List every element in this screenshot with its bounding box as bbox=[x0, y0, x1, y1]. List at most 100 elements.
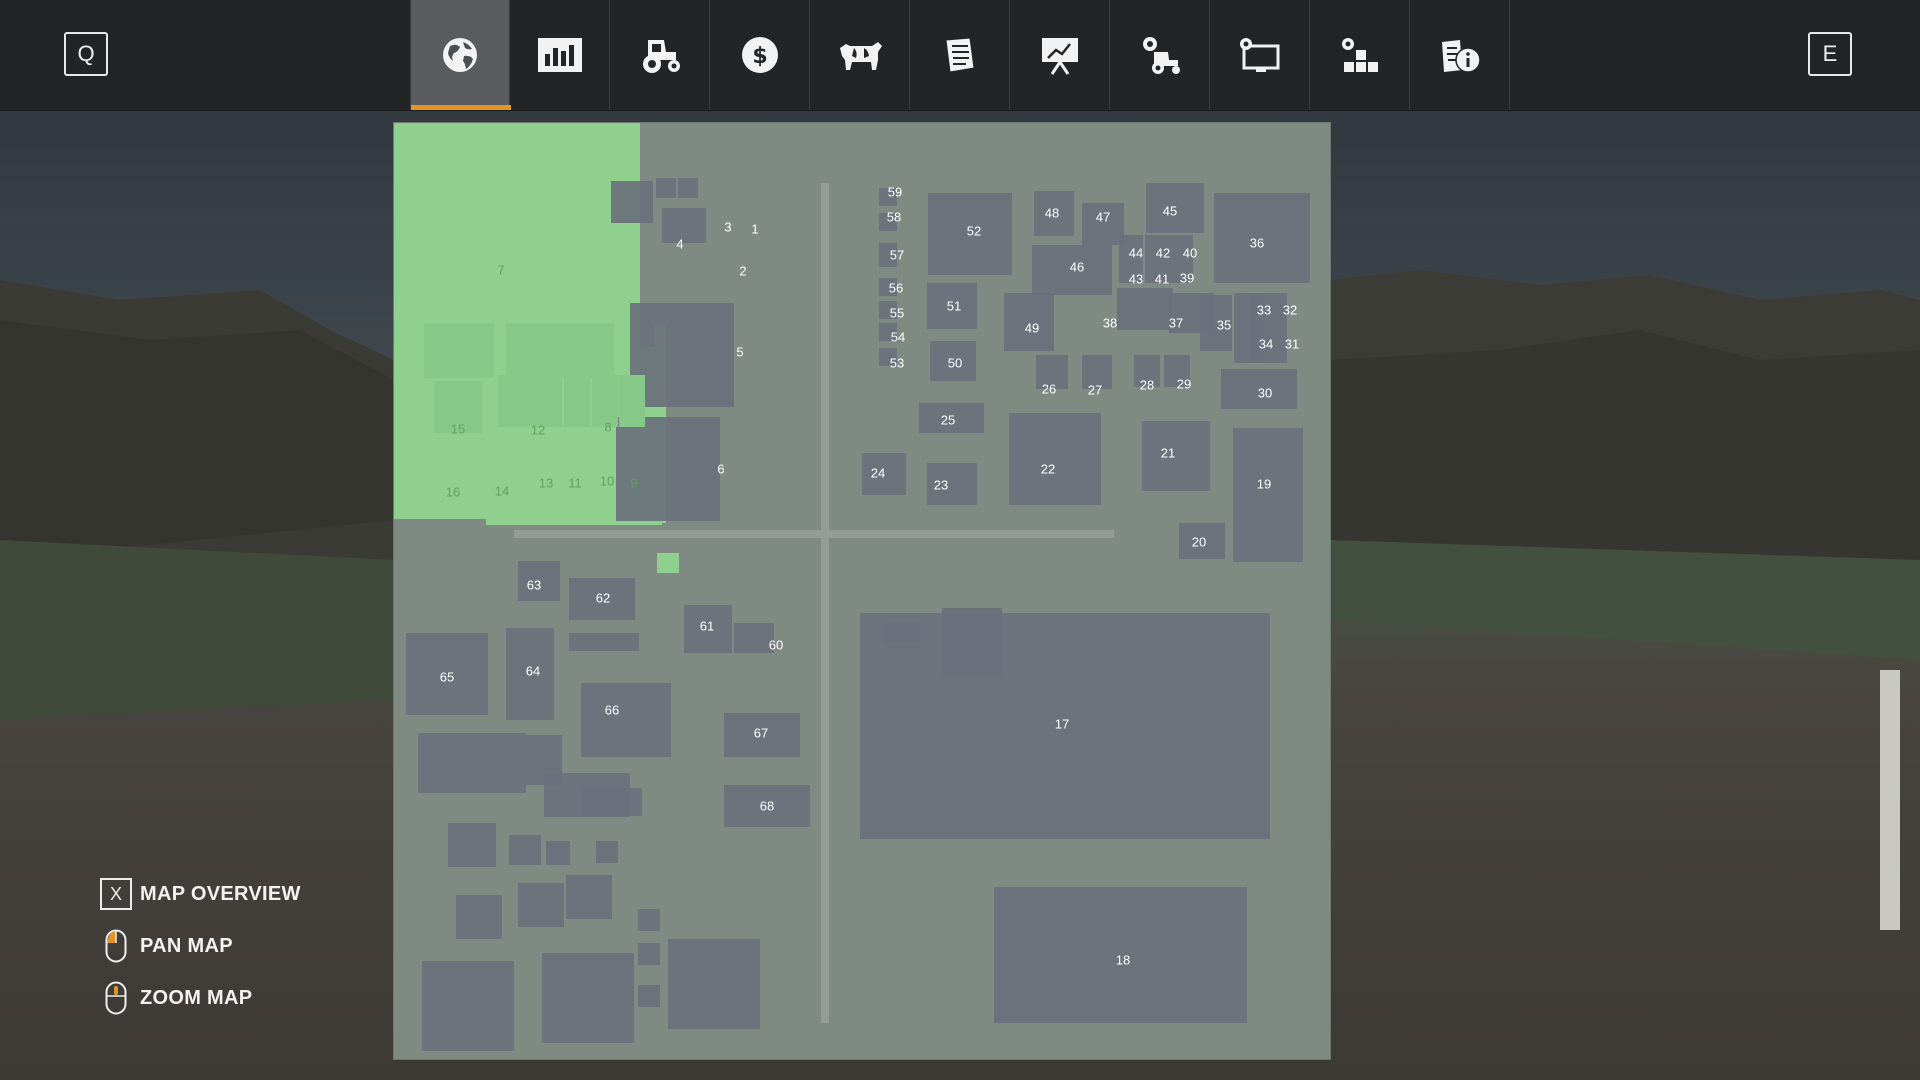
tab-controls[interactable] bbox=[1310, 0, 1410, 110]
field-label: 64 bbox=[525, 663, 541, 679]
field-label: 10 bbox=[599, 473, 615, 489]
field-6[interactable] bbox=[616, 417, 720, 521]
field-60[interactable] bbox=[942, 608, 1002, 676]
owned-field-14[interactable] bbox=[498, 375, 534, 427]
tab-vehicles[interactable] bbox=[610, 0, 710, 110]
field-19[interactable] bbox=[1233, 428, 1303, 562]
contracts-icon bbox=[944, 37, 975, 73]
field-label: 44 bbox=[1128, 245, 1144, 261]
field-parcel[interactable] bbox=[582, 788, 642, 816]
info-icon bbox=[1441, 40, 1481, 73]
legend-map-overview[interactable]: X MAP OVERVIEW bbox=[100, 878, 301, 910]
field-label: 5 bbox=[736, 344, 744, 360]
cow-icon bbox=[839, 42, 882, 70]
field-1[interactable] bbox=[678, 178, 698, 198]
field-label: 56 bbox=[888, 280, 904, 296]
field-5[interactable] bbox=[630, 303, 734, 407]
field-38[interactable] bbox=[1117, 288, 1173, 330]
field-label: 1 bbox=[751, 221, 759, 237]
field-label: 51 bbox=[946, 298, 962, 314]
prev-page-key[interactable]: Q bbox=[64, 32, 108, 76]
field-22[interactable] bbox=[1009, 413, 1101, 505]
field-parcel[interactable] bbox=[456, 895, 502, 939]
field-label: 12 bbox=[530, 422, 546, 438]
field-2[interactable] bbox=[662, 208, 706, 243]
field-label: 23 bbox=[933, 477, 949, 493]
field-label: 49 bbox=[1024, 320, 1040, 336]
field-label: 38 bbox=[1102, 315, 1118, 331]
tab-tour[interactable] bbox=[1010, 0, 1110, 110]
field-parcel[interactable] bbox=[542, 953, 634, 1043]
owned-field-11[interactable] bbox=[564, 375, 590, 427]
field-label: 42 bbox=[1155, 245, 1171, 261]
field-label: 4 bbox=[676, 236, 684, 252]
top-menu-bar: Q $ E bbox=[0, 0, 1920, 111]
field-label: 43 bbox=[1128, 271, 1144, 287]
field-label: 16 bbox=[445, 484, 461, 500]
field-label: 17 bbox=[1054, 716, 1070, 732]
field-label: 27 bbox=[1087, 382, 1103, 398]
field-21[interactable] bbox=[1142, 421, 1210, 491]
field-3[interactable] bbox=[656, 178, 676, 198]
field-parcel[interactable] bbox=[668, 939, 760, 1029]
field-label: 59 bbox=[887, 184, 903, 200]
field-label: 2 bbox=[739, 263, 747, 279]
field-label: 28 bbox=[1139, 377, 1155, 393]
field-label: 26 bbox=[1041, 381, 1057, 397]
next-page-key[interactable]: E bbox=[1808, 32, 1852, 76]
mouse-left-icon bbox=[100, 928, 132, 964]
tab-statistics[interactable] bbox=[510, 0, 610, 110]
presentation-icon bbox=[1041, 38, 1078, 75]
field-parcel[interactable] bbox=[509, 835, 541, 865]
owned-field-12[interactable] bbox=[506, 323, 566, 378]
field-label: 24 bbox=[870, 465, 886, 481]
field-label: 54 bbox=[890, 329, 906, 345]
legend-zoom-map[interactable]: ZOOM MAP bbox=[100, 980, 252, 1016]
field-label: 7 bbox=[497, 262, 505, 278]
field-label: 25 bbox=[940, 412, 956, 428]
tab-settings[interactable] bbox=[1210, 0, 1310, 110]
field-4[interactable] bbox=[611, 181, 653, 223]
field-parcel[interactable] bbox=[638, 943, 660, 965]
owned-field-9[interactable] bbox=[619, 375, 645, 427]
field-label: 53 bbox=[889, 355, 905, 371]
field-label: 62 bbox=[595, 590, 611, 606]
owned-land bbox=[394, 497, 486, 519]
field-parcel[interactable] bbox=[518, 883, 564, 927]
field-parcel[interactable] bbox=[448, 823, 496, 867]
field-parcel[interactable] bbox=[569, 633, 639, 651]
legend-pan-map[interactable]: PAN MAP bbox=[100, 928, 233, 964]
field-label: 3 bbox=[724, 219, 732, 235]
field-parcel[interactable] bbox=[596, 841, 618, 863]
tab-finances[interactable]: $ bbox=[710, 0, 810, 110]
field-parcel[interactable] bbox=[566, 875, 612, 919]
owned-field-15[interactable] bbox=[424, 323, 494, 378]
tab-animals[interactable] bbox=[810, 0, 910, 110]
field-label: 31 bbox=[1284, 336, 1300, 352]
tab-contracts[interactable] bbox=[910, 0, 1010, 110]
field-label: 57 bbox=[889, 247, 905, 263]
field-parcel[interactable] bbox=[638, 909, 660, 931]
owned-land bbox=[394, 123, 640, 347]
tab-map[interactable] bbox=[410, 0, 511, 110]
tractor-icon bbox=[642, 40, 680, 73]
legend-label: PAN MAP bbox=[140, 934, 233, 957]
field-label: 21 bbox=[1160, 445, 1176, 461]
field-label: 32 bbox=[1282, 302, 1298, 318]
farm-map[interactable]: 1 2 3 4 5 6 7 8 9 10 11 12 13 14 15 16 17 18 19 20 21 22 23 24 2… bbox=[394, 123, 1330, 1059]
field-label: 18 bbox=[1115, 952, 1131, 968]
tab-production[interactable] bbox=[1110, 0, 1210, 110]
globe-icon bbox=[443, 38, 477, 72]
mouse-wheel-icon bbox=[100, 980, 132, 1016]
field-label: 52 bbox=[966, 223, 982, 239]
field-parcel[interactable] bbox=[546, 841, 570, 865]
monitor-gear-icon bbox=[1239, 38, 1279, 72]
field-66[interactable] bbox=[581, 683, 671, 757]
field-label: 50 bbox=[947, 355, 963, 371]
owned-field-13[interactable] bbox=[534, 375, 562, 427]
field-parcel[interactable] bbox=[422, 961, 514, 1051]
tab-help[interactable] bbox=[1410, 0, 1510, 110]
field-parcel[interactable] bbox=[638, 985, 660, 1007]
field-label: 9 bbox=[630, 475, 638, 491]
field-parcel[interactable] bbox=[418, 733, 526, 793]
